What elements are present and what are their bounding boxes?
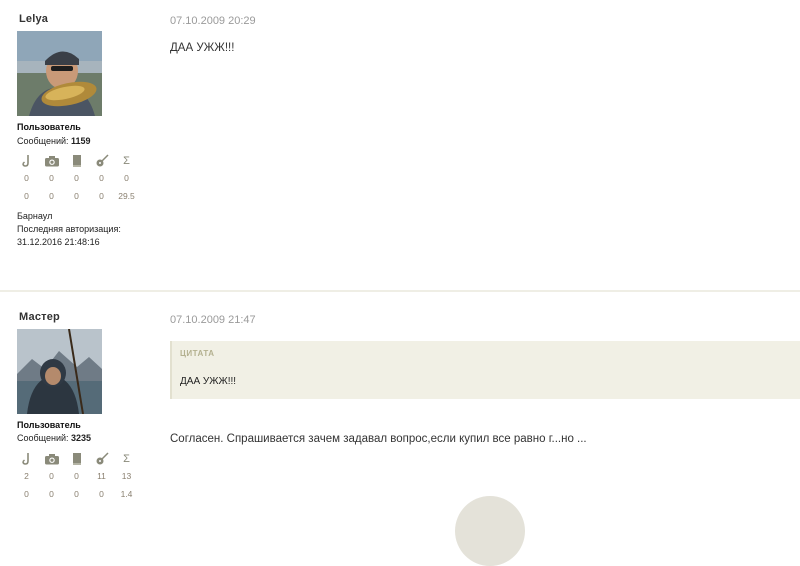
stat-value: 0 xyxy=(49,191,54,201)
stat-value: 2 xyxy=(24,471,29,481)
stat-value: 29.5 xyxy=(118,191,135,201)
stat-value: 0 xyxy=(124,173,129,183)
hook-icon[interactable] xyxy=(14,451,39,467)
stat-value: 0 xyxy=(24,173,29,183)
stat-value: 0 xyxy=(99,173,104,183)
post-date[interactable]: 07.10.2009 21:47 xyxy=(170,314,256,326)
stats-row: 0 0 0 0 29.5 xyxy=(14,187,139,205)
quote-block: ЦИТАТА ДАА УЖЖ!!! xyxy=(170,341,800,399)
message-count-value: 1159 xyxy=(71,136,91,146)
quote-text: ДАА УЖЖ!!! xyxy=(180,376,237,387)
user-stats: Σ 2 0 0 11 13 0 0 0 0 1.4 xyxy=(14,451,139,503)
message-count-value: 3235 xyxy=(71,433,92,443)
stat-value: 0 xyxy=(99,191,104,201)
message-count: Сообщений: 1159 xyxy=(17,136,91,146)
user-role: Пользователь xyxy=(17,420,81,430)
avatar[interactable] xyxy=(17,329,102,414)
post-divider xyxy=(0,290,800,292)
post-text: Согласен. Спрашивается зачем задавал воп… xyxy=(170,433,587,445)
last-login-label: Последняя авторизация: xyxy=(17,224,121,234)
stat-value: 0 xyxy=(49,489,54,499)
user-stats: Σ 0 0 0 0 0 0 0 0 0 29.5 xyxy=(14,153,139,205)
stat-value: 0 xyxy=(49,471,54,481)
username[interactable]: Мастер xyxy=(19,311,60,323)
guitar-icon[interactable] xyxy=(89,153,114,169)
stat-value: 0 xyxy=(74,471,79,481)
stat-value: 0 xyxy=(74,173,79,183)
stat-value: 0 xyxy=(74,489,79,499)
username[interactable]: Lelya xyxy=(19,13,48,25)
user-info: Барнаул Последняя авторизация: 31.12.201… xyxy=(17,210,121,249)
hook-icon[interactable] xyxy=(14,153,39,169)
background-decoration xyxy=(455,496,525,566)
book-icon[interactable] xyxy=(64,451,89,467)
post-date[interactable]: 07.10.2009 20:29 xyxy=(170,15,256,27)
last-login-value: 31.12.2016 21:48:16 xyxy=(17,237,100,247)
guitar-icon[interactable] xyxy=(89,451,114,467)
stat-value: 0 xyxy=(24,489,29,499)
post-text: ДАА УЖЖ!!! xyxy=(170,42,235,54)
stat-value: 0 xyxy=(99,489,104,499)
stat-value: 11 xyxy=(97,471,106,481)
forum-post-2: Мастер Пользователь Сообщений: 3235 Σ 2 … xyxy=(0,293,800,508)
camera-icon[interactable] xyxy=(39,153,64,169)
message-count-label: Сообщений: xyxy=(17,433,69,443)
stats-row: 0 0 0 0 0 xyxy=(14,169,139,187)
camera-icon[interactable] xyxy=(39,451,64,467)
sigma-icon[interactable]: Σ xyxy=(114,153,139,169)
stats-row: 2 0 0 11 13 xyxy=(14,467,139,485)
quote-label: ЦИТАТА xyxy=(180,349,215,358)
user-city: Барнаул xyxy=(17,211,53,221)
forum-post-1: Lelya Пользователь Сообщений: 1159 Σ 0 0… xyxy=(0,0,800,290)
stat-value: 1.4 xyxy=(120,489,133,499)
stats-row: 0 0 0 0 1.4 xyxy=(14,485,139,503)
message-count-label: Сообщений: xyxy=(17,136,69,146)
stat-value: 0 xyxy=(74,191,79,201)
user-role: Пользователь xyxy=(17,122,81,132)
avatar[interactable] xyxy=(17,31,102,116)
book-icon[interactable] xyxy=(64,153,89,169)
stat-value: 0 xyxy=(49,173,54,183)
sigma-icon[interactable]: Σ xyxy=(114,451,139,467)
stat-value: 0 xyxy=(24,191,29,201)
message-count: Сообщений: 3235 xyxy=(17,433,91,443)
stat-value: 13 xyxy=(121,471,132,481)
